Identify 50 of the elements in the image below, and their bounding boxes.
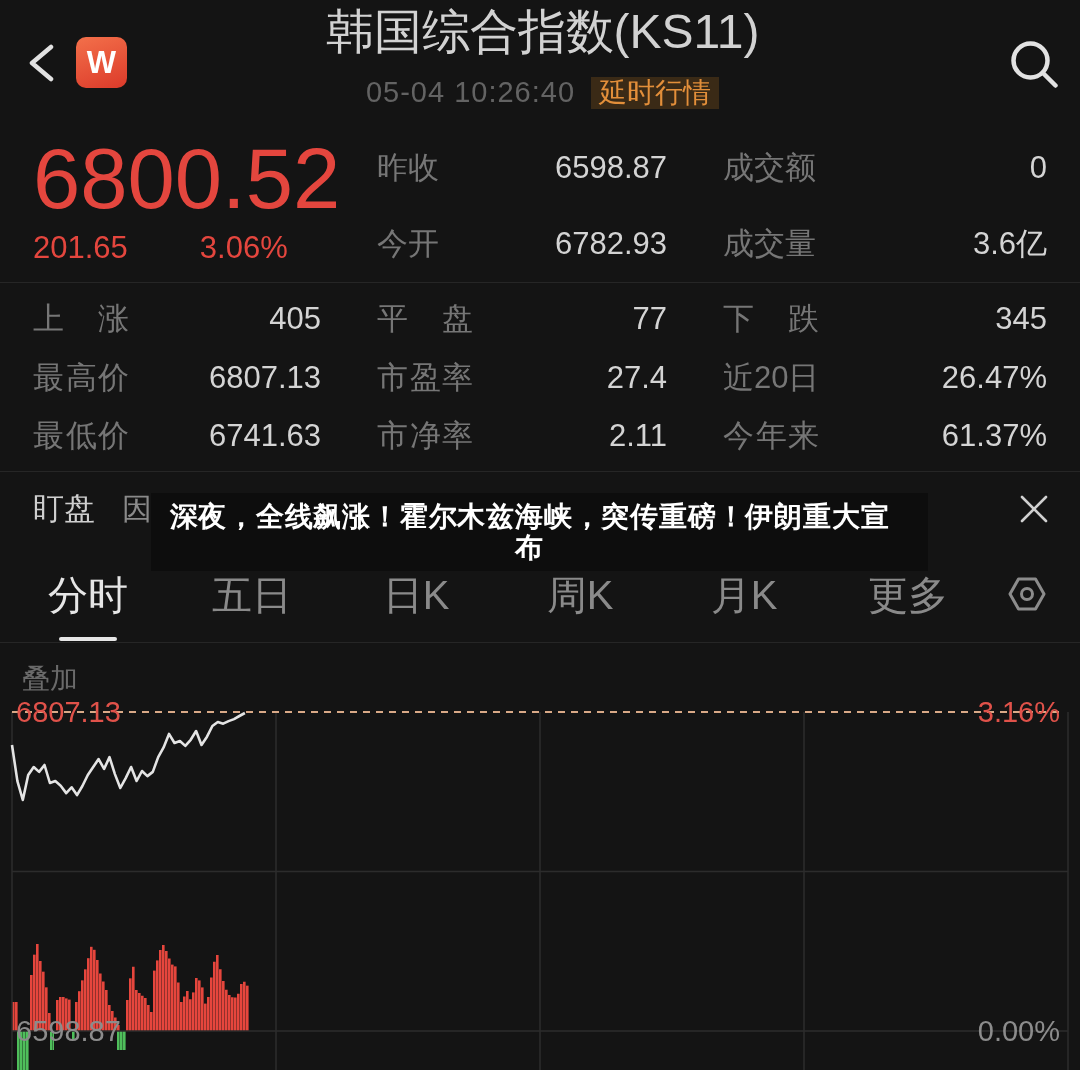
stat-label: 昨收 <box>377 149 439 187</box>
chart-tab[interactable]: 周K <box>546 575 614 642</box>
last-price: 6800.52 <box>33 141 341 218</box>
chart-tab[interactable]: 五日 <box>212 575 292 642</box>
percent-change: 3.06% <box>199 229 288 266</box>
stat-value: 405 <box>269 301 321 338</box>
chart-tab[interactable]: 月K <box>710 575 778 642</box>
delayed-quote-badge: 延时行情 <box>591 76 720 109</box>
stat-label: 成交量 <box>723 225 816 263</box>
axis-label: 3.16% <box>977 696 1060 728</box>
back-icon[interactable] <box>27 43 55 82</box>
stat-label: 最低价 <box>33 417 129 456</box>
quote-timestamp: 05-04 10:26:40 <box>365 76 576 109</box>
stat-value: 27.4 <box>606 359 667 396</box>
headline-banner: 深夜，全线飙涨！霍尔木兹海峡，突传重磅！伊朗重大宣布 <box>151 493 928 571</box>
notice-text: 因 <box>122 490 152 527</box>
stat-value: 6782.93 <box>554 226 667 262</box>
index-title: 韩国综合指数(KS11) <box>325 4 760 60</box>
stat-value: 6741.63 <box>208 418 321 455</box>
stat-label: 下 跌 <box>723 300 819 339</box>
search-icon[interactable] <box>1010 40 1058 88</box>
stat-value: 77 <box>632 301 667 338</box>
stat-label: 成交额 <box>723 149 816 187</box>
stat-value: 61.37% <box>941 418 1047 455</box>
overlay-toggle[interactable]: 叠加 <box>22 663 78 695</box>
stat-value: 2.11 <box>608 418 667 455</box>
stat-label: 最高价 <box>33 358 129 397</box>
stat-label: 今年来 <box>723 417 819 456</box>
watch-label: 盯盘 <box>33 490 95 528</box>
stat-value: 6598.87 <box>554 150 667 186</box>
stat-label: 今开 <box>377 225 439 263</box>
chart-tab[interactable]: 日K <box>382 575 450 642</box>
stat-label: 近20日 <box>723 358 820 397</box>
close-icon[interactable] <box>1020 495 1048 523</box>
stat-value: 345 <box>995 301 1047 338</box>
axis-label: 6807.13 <box>16 696 121 728</box>
stat-label: 市盈率 <box>377 358 473 397</box>
price-change: 201.65 <box>33 229 128 266</box>
stat-value: 6807.13 <box>208 359 321 396</box>
chart-tab[interactable]: 分时 <box>48 575 128 642</box>
stat-label: 平 盘 <box>377 300 473 339</box>
axis-label: 0.00% <box>977 1015 1060 1047</box>
stat-label: 上 涨 <box>33 300 129 339</box>
stat-value: 3.6亿 <box>972 225 1047 263</box>
settings-icon[interactable] <box>1008 575 1046 613</box>
stat-label: 市净率 <box>377 417 473 456</box>
chart-tab[interactable]: 更多 <box>868 575 948 642</box>
stat-value: 26.47% <box>941 359 1047 396</box>
app-logo: W <box>76 37 127 88</box>
stat-value: 0 <box>1029 150 1047 186</box>
